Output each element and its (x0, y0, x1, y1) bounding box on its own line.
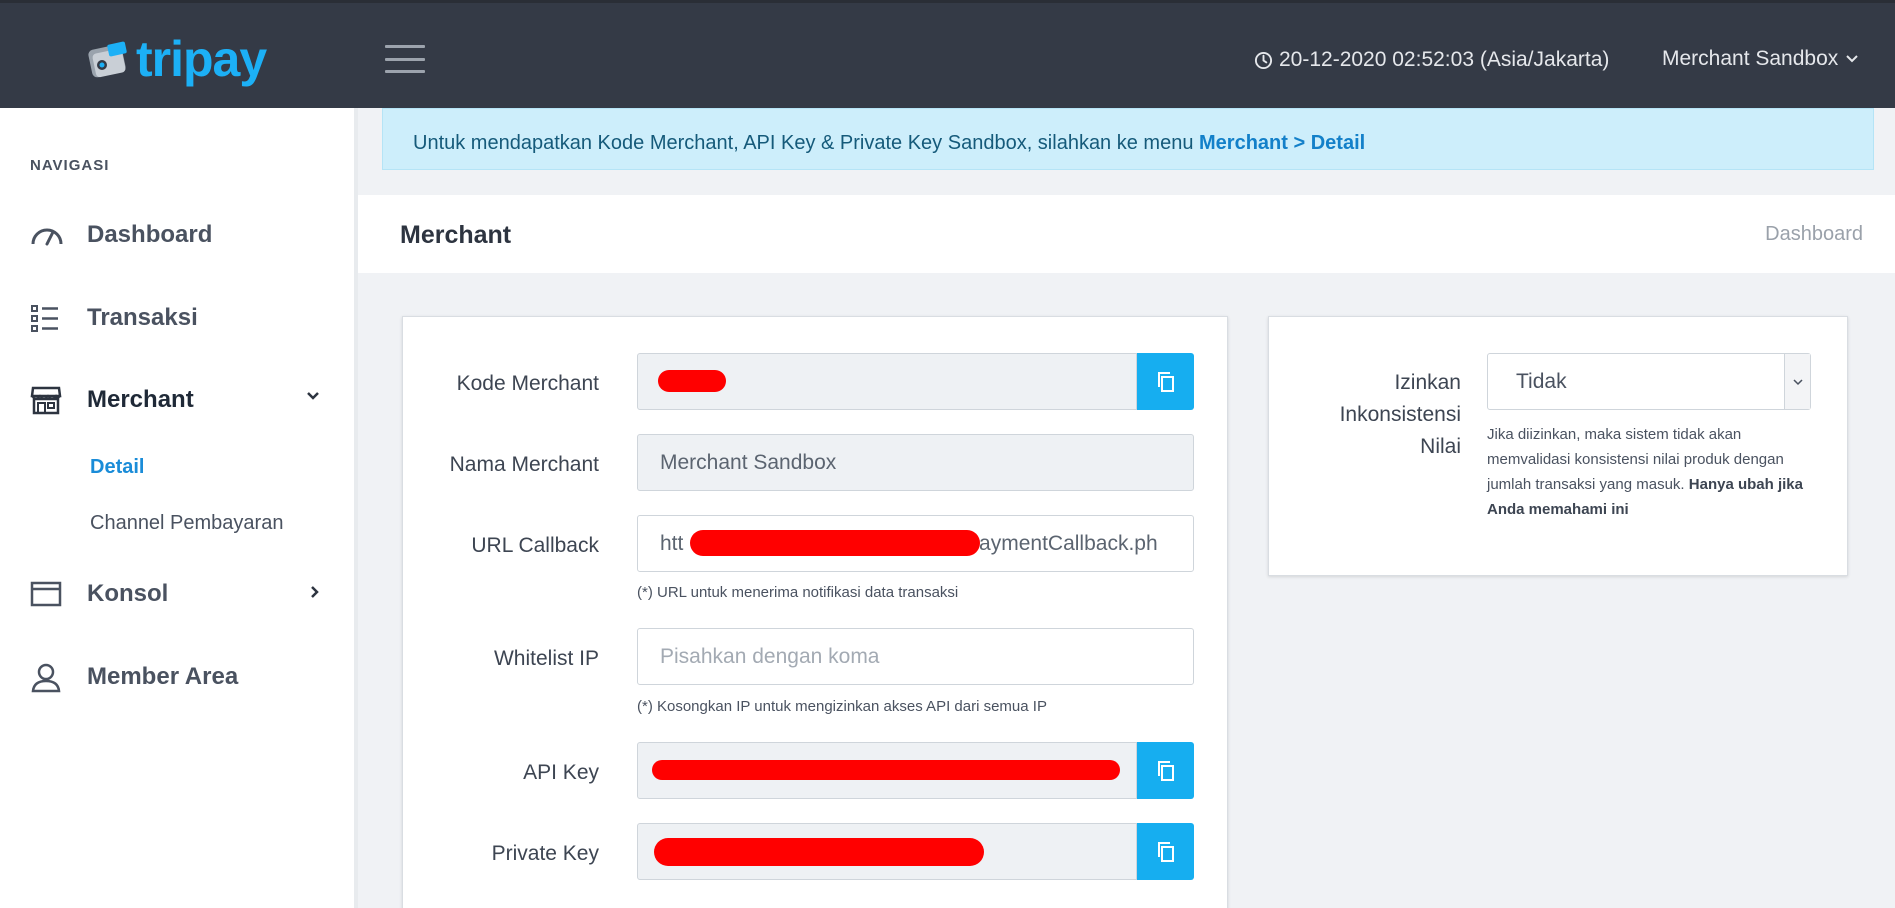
server-clock: 20-12-2020 02:52:03 (Asia/Jakarta) (1254, 48, 1609, 72)
sidebar-item-label: Dashboard (87, 221, 213, 248)
datetime-text: 20-12-2020 02:52:03 (Asia/Jakarta) (1279, 48, 1610, 71)
hamburger-menu-icon[interactable] (385, 45, 425, 73)
sidebar-item-label: Transaksi (87, 304, 198, 331)
chevron-down-icon (1846, 55, 1858, 63)
private-key-label: Private Key (491, 842, 599, 865)
sidebar-item-member-area[interactable]: Member Area (30, 652, 330, 702)
redaction-mark (690, 530, 980, 556)
nav-heading: NAVIGASI (30, 157, 110, 174)
breadcrumb-dashboard[interactable]: Dashboard (1765, 223, 1863, 246)
chevron-right-icon (311, 586, 319, 598)
kode-merchant-label: Kode Merchant (456, 372, 599, 395)
url-callback-prefix: htt (660, 531, 684, 555)
url-callback-input[interactable]: htt paymentCallback.ph (637, 515, 1194, 572)
user-icon (30, 659, 70, 695)
select-value: Tidak (1516, 369, 1567, 393)
copy-api-key-button[interactable] (1137, 742, 1194, 799)
user-dropdown[interactable]: Merchant Sandbox (1662, 47, 1858, 71)
info-alert: Untuk mendapatkan Kode Merchant, API Key… (382, 108, 1874, 170)
top-navbar: tripay 20-12-2020 02:52:03 (Asia/Jakarta… (0, 0, 1895, 108)
sidebar-item-transaksi[interactable]: Transaksi (30, 293, 330, 343)
browser-window-icon (30, 576, 70, 612)
private-key-field (637, 823, 1137, 880)
list-icon (30, 300, 70, 336)
sidebar-subitem-detail[interactable]: Detail (90, 456, 144, 479)
sidebar-item-konsol[interactable]: Konsol (30, 569, 330, 619)
alert-link[interactable]: Merchant > Detail (1199, 132, 1365, 154)
url-callback-suffix: paymentCallback.ph (967, 531, 1158, 555)
copy-icon (1157, 371, 1174, 392)
nama-merchant-field: Merchant Sandbox (637, 434, 1194, 491)
sidebar-item-label: Member Area (87, 663, 239, 690)
inkonsistensi-help: Jika diizinkan, maka sistem tidak akan m… (1487, 422, 1817, 522)
merchant-detail-card: Kode Merchant Nama Merchant Merchant San… (402, 316, 1228, 908)
store-icon (30, 382, 70, 418)
sidebar: NAVIGASI Dashboard Transaksi Merchant De… (0, 108, 358, 908)
label-line: Inkonsistensi (1339, 403, 1461, 426)
redaction-mark (652, 760, 1120, 780)
label-line: Nilai (1420, 435, 1461, 458)
alert-text: Untuk mendapatkan Kode Merchant, API Key… (413, 132, 1200, 154)
speedometer-icon (30, 217, 70, 253)
main-content: Untuk mendapatkan Kode Merchant, API Key… (358, 108, 1895, 908)
inkonsistensi-label: Izinkan Inkonsistensi Nilai (1289, 367, 1461, 463)
user-name: Merchant Sandbox (1662, 47, 1839, 70)
clock-icon (1254, 51, 1273, 69)
sidebar-item-label: Konsol (87, 580, 169, 607)
page-title: Merchant (400, 221, 512, 249)
page-header: Merchant Dashboard (358, 195, 1895, 273)
sidebar-subitem-channel-pembayaran[interactable]: Channel Pembayaran (90, 512, 283, 535)
redaction-mark (654, 838, 984, 866)
whitelist-ip-placeholder: Pisahkan dengan koma (660, 644, 880, 668)
url-callback-label: URL Callback (471, 534, 599, 557)
url-callback-hint: (*) URL untuk menerima notifikasi data t… (637, 584, 959, 601)
inkonsistensi-select[interactable]: Tidak (1487, 353, 1811, 410)
chevron-down-icon (307, 392, 319, 400)
settings-card: Izinkan Inkonsistensi Nilai Tidak Jika d… (1268, 316, 1848, 576)
chevron-down-icon (1784, 354, 1810, 409)
copy-icon (1157, 760, 1174, 781)
whitelist-ip-label: Whitelist IP (493, 647, 599, 670)
kode-merchant-field (637, 353, 1137, 410)
copy-kode-merchant-button[interactable] (1137, 353, 1194, 410)
nama-merchant-value: Merchant Sandbox (660, 450, 837, 474)
label-line: Izinkan (1394, 371, 1461, 394)
redaction-mark (658, 370, 726, 392)
brand-name: tripay (136, 31, 267, 87)
brand-logo[interactable]: tripay (86, 31, 267, 87)
nama-merchant-label: Nama Merchant (449, 453, 599, 476)
copy-private-key-button[interactable] (1137, 823, 1194, 880)
whitelist-ip-input[interactable]: Pisahkan dengan koma (637, 628, 1194, 685)
sidebar-item-label: Merchant (87, 386, 194, 413)
api-key-field (637, 742, 1137, 799)
wallet-logo-icon (86, 37, 132, 81)
api-key-label: API Key (523, 761, 599, 784)
copy-icon (1157, 841, 1174, 862)
sidebar-item-merchant[interactable]: Merchant (30, 375, 330, 425)
whitelist-ip-hint: (*) Kosongkan IP untuk mengizinkan akses… (637, 698, 1047, 715)
sidebar-item-dashboard[interactable]: Dashboard (30, 210, 330, 260)
